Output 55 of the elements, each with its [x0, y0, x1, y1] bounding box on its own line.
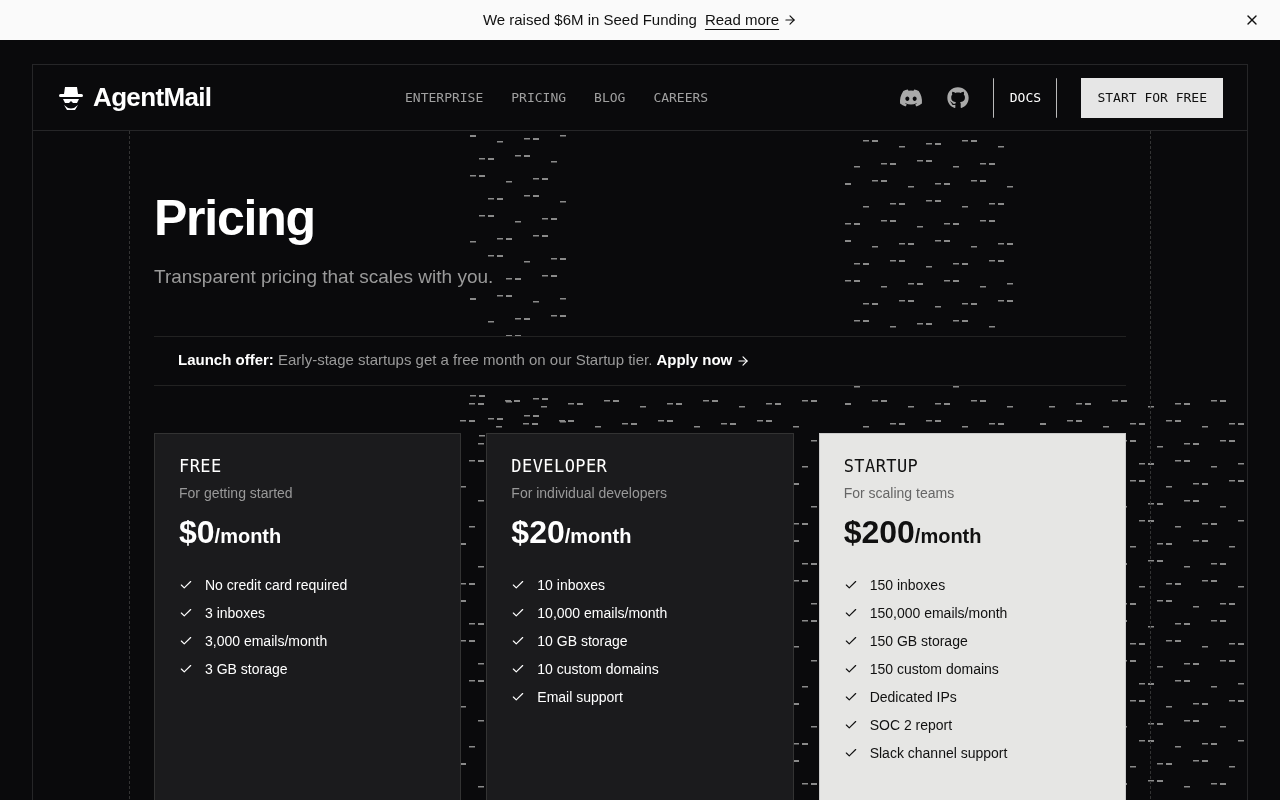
- check-icon: [843, 578, 858, 592]
- arrow-right-icon: [783, 13, 798, 27]
- check-icon: [511, 690, 526, 704]
- brand-name: AgentMail: [93, 81, 212, 114]
- feature-text: 150 GB storage: [869, 632, 968, 651]
- docs-button[interactable]: DOCS: [993, 77, 1058, 118]
- check-icon: [179, 634, 193, 648]
- check-icon: [179, 606, 193, 620]
- nav-link[interactable]: CAREERS: [653, 87, 709, 108]
- check-icon: [843, 606, 858, 620]
- check-icon: [511, 606, 526, 620]
- check-icon: [179, 578, 193, 592]
- check-icon: [843, 718, 858, 732]
- feature-text: 3 inboxes: [205, 604, 265, 623]
- check-icon: [511, 662, 526, 676]
- arrow-right-icon: [736, 353, 751, 368]
- check-icon: [843, 634, 858, 648]
- feature-text: 10,000 emails/month: [537, 604, 668, 623]
- feature-text: SOC 2 report: [869, 716, 953, 735]
- plan-name: STARTUP: [843, 454, 920, 478]
- plan-name: FREE: [179, 454, 223, 478]
- nav-link[interactable]: PRICING: [511, 87, 567, 108]
- plan-name: DEVELOPER: [511, 454, 609, 478]
- check-icon: [843, 662, 858, 676]
- nav-link[interactable]: ENTERPRISE: [405, 87, 484, 108]
- start-for-free-button[interactable]: START FOR FREE: [1081, 77, 1223, 118]
- plan-tagline: For individual developers: [511, 484, 668, 503]
- feature-text: Dedicated IPs: [869, 688, 957, 707]
- feature-text: 150 inboxes: [869, 576, 946, 595]
- plan-price: $0/month: [179, 513, 283, 552]
- feature-text: 3,000 emails/month: [205, 632, 328, 651]
- check-icon: [843, 690, 858, 704]
- feature-text: 10 inboxes: [537, 576, 606, 595]
- check-icon: [511, 634, 526, 648]
- feature-text: 10 custom domains: [537, 660, 659, 679]
- feature-text: Slack channel support: [869, 744, 1008, 763]
- read-more-link[interactable]: Read more: [704, 8, 798, 32]
- plan-price: $20/month: [511, 513, 633, 552]
- plan-tagline: For getting started: [179, 484, 294, 503]
- feature-text: Email support: [537, 688, 623, 707]
- check-icon: [179, 662, 193, 676]
- feature-text: 150,000 emails/month: [869, 604, 1008, 623]
- feature-text: 150 custom domains: [869, 660, 999, 679]
- apply-now-link[interactable]: Apply now: [656, 349, 751, 372]
- nav-link[interactable]: BLOG: [594, 87, 626, 108]
- plan-tagline: For scaling teams: [843, 484, 956, 503]
- feature-text: No credit card required: [205, 576, 348, 595]
- feature-text: 3 GB storage: [205, 660, 288, 679]
- github-icon[interactable]: [947, 86, 970, 109]
- check-icon: [511, 578, 526, 592]
- feature-text: 10 GB storage: [537, 632, 628, 651]
- banner-text: We raised $6M in Seed Funding: [482, 9, 697, 30]
- offer-text: Launch offer: Early-stage startups get a free month on our Startup tier.: [178, 350, 653, 371]
- plan-price: $200/month: [843, 513, 983, 552]
- check-icon: [843, 746, 858, 760]
